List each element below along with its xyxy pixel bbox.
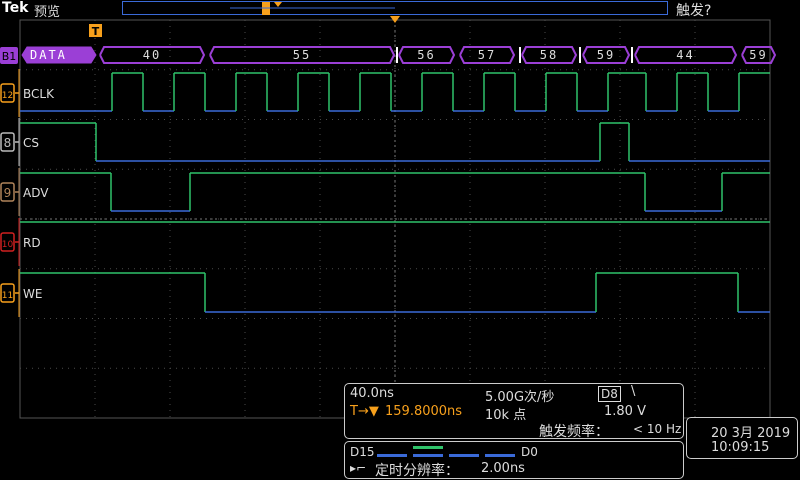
timing-resolution-icon: ▸⌐ bbox=[350, 461, 367, 475]
timing-resolution-readout: 2.00ns bbox=[481, 461, 525, 476]
graticule bbox=[19, 16, 771, 419]
digital-bar bbox=[413, 454, 443, 457]
trigger-position-readout: 159.8000ns bbox=[385, 404, 463, 419]
trigger-frequency-readout: < 10 Hz bbox=[633, 422, 682, 436]
trigger-marker-label: T bbox=[92, 25, 100, 38]
trigger-frequency-label: 触发频率： bbox=[539, 424, 609, 440]
digital-bar bbox=[413, 446, 443, 449]
bus-value-label: 58 bbox=[540, 48, 558, 62]
trigger-source-readout: D8 bbox=[598, 386, 621, 402]
d15-label: D15 bbox=[350, 445, 375, 459]
d0-label: D0 bbox=[521, 445, 538, 459]
timing-resolution-label: 定时分辨率： bbox=[375, 463, 459, 479]
channel-label: CS bbox=[23, 136, 39, 150]
record-trigger-icon bbox=[274, 2, 282, 7]
bus-value-label: 57 bbox=[478, 48, 496, 62]
channel-label: BCLK bbox=[23, 87, 55, 101]
sample-rate-readout: 5.00G次/秒 bbox=[485, 390, 555, 405]
waveform-traces bbox=[20, 46, 777, 313]
trigger-level-readout: 1.80 V bbox=[604, 404, 646, 419]
channel-number: 12 bbox=[2, 91, 13, 101]
datetime-display[interactable]: 20 3月 2019 10:09:15 bbox=[686, 417, 798, 459]
time-readout: 10:09:15 bbox=[711, 440, 770, 455]
digital-bar bbox=[485, 454, 515, 457]
date-readout: 20 3月 2019 bbox=[711, 426, 791, 441]
digital-bar bbox=[377, 454, 407, 457]
trigger-slope-icon: \ bbox=[631, 384, 636, 399]
channel-label: WE bbox=[23, 287, 42, 301]
record-length-readout: 10k 点 bbox=[485, 408, 527, 423]
channel-label: RD bbox=[23, 236, 41, 250]
channel-number: 11 bbox=[2, 291, 13, 301]
bus-value-label: DATA bbox=[30, 48, 67, 62]
bus-value-label: 59 bbox=[597, 48, 615, 62]
bus-value-label: 44 bbox=[676, 48, 694, 62]
timebase-readout: 40.0ns bbox=[350, 386, 394, 401]
channel-number: 9 bbox=[4, 186, 12, 200]
bus-label: B1 bbox=[2, 50, 17, 63]
channel-number: 10 bbox=[2, 240, 14, 250]
acquisition-readout[interactable]: 40.0ns 5.00G次/秒 D8 \ T→▼ 159.8000ns 10k … bbox=[344, 383, 684, 440]
digital-bar bbox=[449, 454, 479, 457]
bus-value-label: 40 bbox=[143, 48, 161, 62]
channel-labels: T B1 DATA 40 55 56 57 58 59 44 59 12 BCLK 8 CS 9 ADV 10 RD… bbox=[0, 2, 767, 317]
trigger-position-icon: T→▼ bbox=[350, 404, 379, 419]
bus-value-label: 55 bbox=[293, 48, 311, 62]
digital-channels-panel[interactable]: D15 D0 ▸⌐ 定时分辨率： 2.00ns bbox=[344, 441, 684, 479]
channel-number: 8 bbox=[4, 136, 12, 150]
channel-label: ADV bbox=[23, 186, 49, 200]
bus-value-label: 56 bbox=[417, 48, 435, 62]
bus-value-label: 59 bbox=[749, 48, 767, 62]
